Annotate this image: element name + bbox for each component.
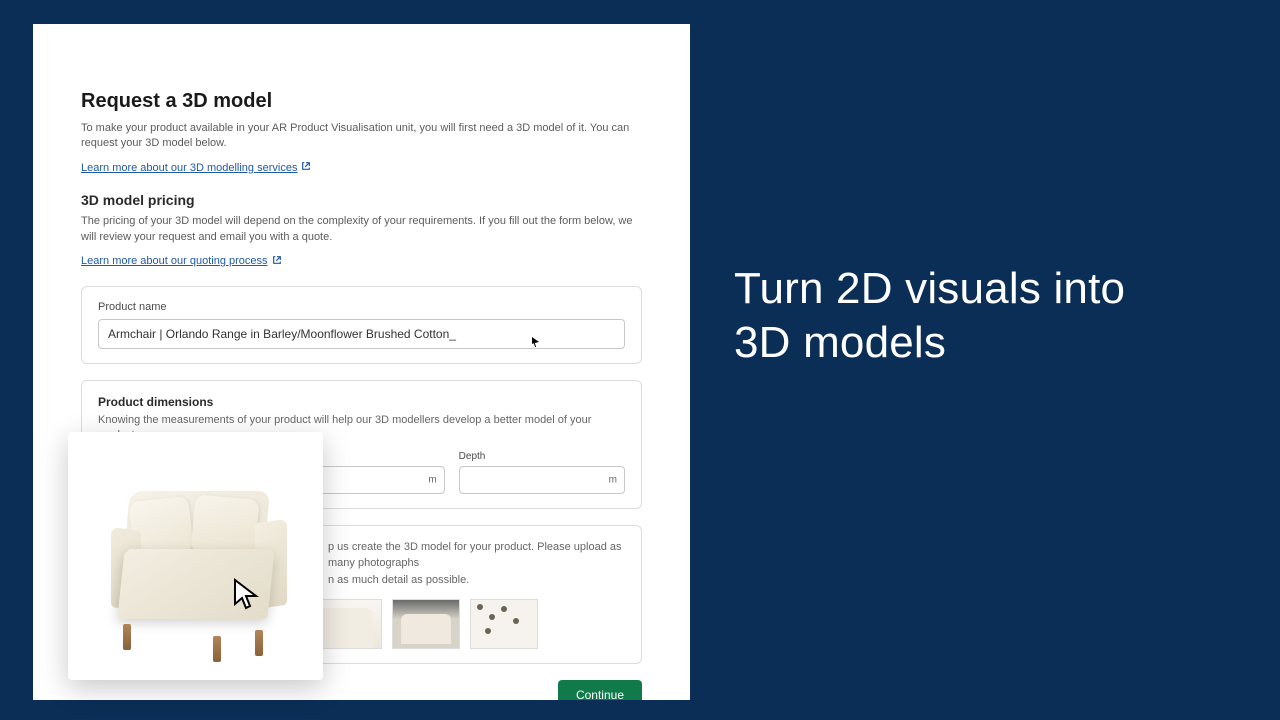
armchair-illustration [101, 469, 291, 644]
photo-thumb[interactable] [392, 599, 460, 649]
marketing-panel: Turn 2D visuals into 3D models [690, 24, 1247, 700]
marketing-card: Turn 2D visuals into 3D models [690, 172, 1236, 562]
page-title: Request a 3D model [81, 90, 642, 113]
external-link-icon [272, 255, 282, 268]
depth-label: Depth [459, 451, 625, 462]
link-text: Learn more about our 3D modelling servic… [81, 162, 297, 174]
link-text: Learn more about our quoting process [81, 255, 268, 267]
continue-button[interactable]: Continue [558, 680, 642, 700]
product-name-label: Product name [98, 301, 625, 313]
marketing-headline: Turn 2D visuals into 3D models [734, 262, 1192, 369]
depth-field: Depth m [459, 451, 625, 494]
photo-thumb[interactable] [314, 599, 382, 649]
pricing-desc: The pricing of your 3D model will depend… [81, 214, 642, 245]
pricing-title: 3D model pricing [81, 192, 642, 208]
product-preview-popup [68, 432, 323, 680]
depth-input[interactable] [459, 466, 625, 494]
photos-desc-line-b: n as much detail as possible. [328, 573, 625, 588]
quoting-process-link[interactable]: Learn more about our quoting process [81, 255, 282, 268]
modelling-services-link[interactable]: Learn more about our 3D modelling servic… [81, 161, 311, 174]
dimensions-title: Product dimensions [98, 395, 625, 409]
cursor-arrow-icon [232, 578, 262, 617]
external-link-icon [301, 161, 311, 174]
photo-thumb[interactable] [470, 599, 538, 649]
product-name-card: Product name [81, 286, 642, 364]
photos-desc-line-a: p us create the 3D model for your produc… [328, 540, 625, 571]
page-intro: To make your product available in your A… [81, 121, 642, 152]
product-name-input[interactable] [98, 319, 625, 349]
